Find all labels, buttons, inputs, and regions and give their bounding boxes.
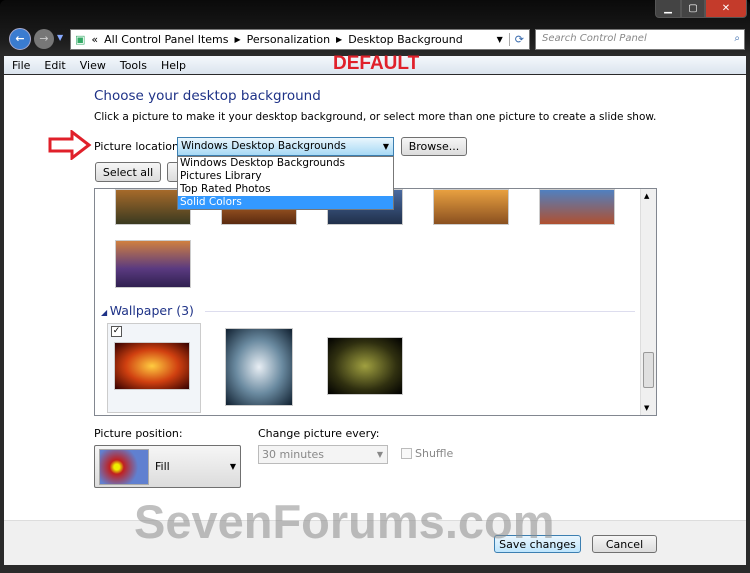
divider <box>205 311 635 312</box>
minimize-button[interactable]: ▁ <box>655 0 681 18</box>
flower-preview-icon <box>99 448 149 485</box>
group-header[interactable]: ◢ Wallpaper (3) <box>101 303 194 318</box>
control-panel-icon: ▣ <box>75 33 86 46</box>
wallpaper-thumbnail[interactable] <box>114 342 190 390</box>
dropdown-icon[interactable]: ▼ <box>497 35 503 44</box>
wallpaper-thumbnail[interactable] <box>327 337 403 395</box>
maximize-button[interactable]: ▢ <box>681 0 705 18</box>
option-windows-desktop-backgrounds[interactable]: Windows Desktop Backgrounds <box>178 157 393 170</box>
crumb[interactable]: Personalization <box>247 33 330 46</box>
shuffle-label: Shuffle <box>415 447 454 460</box>
scrollbar-thumb[interactable] <box>643 352 654 388</box>
close-button[interactable]: ✕ <box>705 0 747 18</box>
menu-help[interactable]: Help <box>161 59 186 72</box>
picture-location-dropdown: Windows Desktop Backgrounds Pictures Lib… <box>177 156 394 210</box>
scrollbar[interactable]: ▲ ▼ <box>640 189 656 415</box>
chevron-down-icon: ▼ <box>376 450 383 459</box>
wallpaper-thumbnail[interactable] <box>115 240 191 288</box>
crumb[interactable]: Desktop Background <box>348 33 463 46</box>
chevron-down-icon: ▼ <box>229 462 236 471</box>
chevron-down-icon: ▼ <box>382 142 389 151</box>
picture-position-label: Picture position: <box>94 427 183 440</box>
select-all-button[interactable]: Select all <box>95 162 161 182</box>
default-label: DEFAULT <box>333 53 420 74</box>
menu-tools[interactable]: Tools <box>120 59 147 72</box>
recent-pages-icon[interactable]: ▼ <box>57 33 63 42</box>
browse-button[interactable]: Browse... <box>401 137 467 156</box>
chevron-right-icon: ▶ <box>234 35 241 44</box>
menu-edit[interactable]: Edit <box>44 59 65 72</box>
address-bar[interactable]: ▣ « All Control Panel Items ▶ Personalizat… <box>70 29 530 50</box>
refresh-icon[interactable]: ⟳ <box>508 33 529 46</box>
back-button[interactable]: ← <box>9 28 31 50</box>
watermark: SevenForums.com <box>134 495 555 548</box>
page-title: Choose your desktop background <box>94 88 321 104</box>
picture-location-select[interactable]: Windows Desktop Backgrounds ▼ <box>177 137 394 156</box>
overflow-icon: « <box>91 33 99 46</box>
shuffle-checkbox[interactable] <box>401 448 412 459</box>
chevron-right-icon: ▶ <box>336 35 343 44</box>
search-input[interactable]: Search Control Panel ⌕ <box>535 29 745 50</box>
change-interval-select[interactable]: 30 minutes ▼ <box>258 445 388 464</box>
forward-button[interactable]: → <box>34 29 54 49</box>
wallpaper-thumbnail[interactable] <box>539 189 615 225</box>
select-checkbox[interactable]: ✓ <box>111 326 122 337</box>
picture-position-select[interactable]: Fill ▼ <box>94 445 241 488</box>
wallpaper-thumbnail[interactable] <box>225 328 293 406</box>
option-solid-colors[interactable]: Solid Colors <box>178 196 393 209</box>
crumb[interactable]: All Control Panel Items <box>104 33 228 46</box>
search-icon: ⌕ <box>734 33 740 44</box>
option-top-rated-photos[interactable]: Top Rated Photos <box>178 183 393 196</box>
menu-file[interactable]: File <box>12 59 30 72</box>
menu-view[interactable]: View <box>80 59 106 72</box>
picture-location-label: Picture location: <box>94 140 183 153</box>
page-subtitle: Click a picture to make it your desktop … <box>94 111 657 123</box>
red-arrow-icon <box>48 130 92 160</box>
collapse-icon: ◢ <box>101 308 110 317</box>
wallpaper-thumbnail[interactable] <box>433 189 509 225</box>
cancel-button[interactable]: Cancel <box>592 535 657 553</box>
change-picture-label: Change picture every: <box>258 427 380 440</box>
option-pictures-library[interactable]: Pictures Library <box>178 170 393 183</box>
picture-list: ◢ Wallpaper (3) ✓ ▲ ▼ <box>94 188 657 416</box>
